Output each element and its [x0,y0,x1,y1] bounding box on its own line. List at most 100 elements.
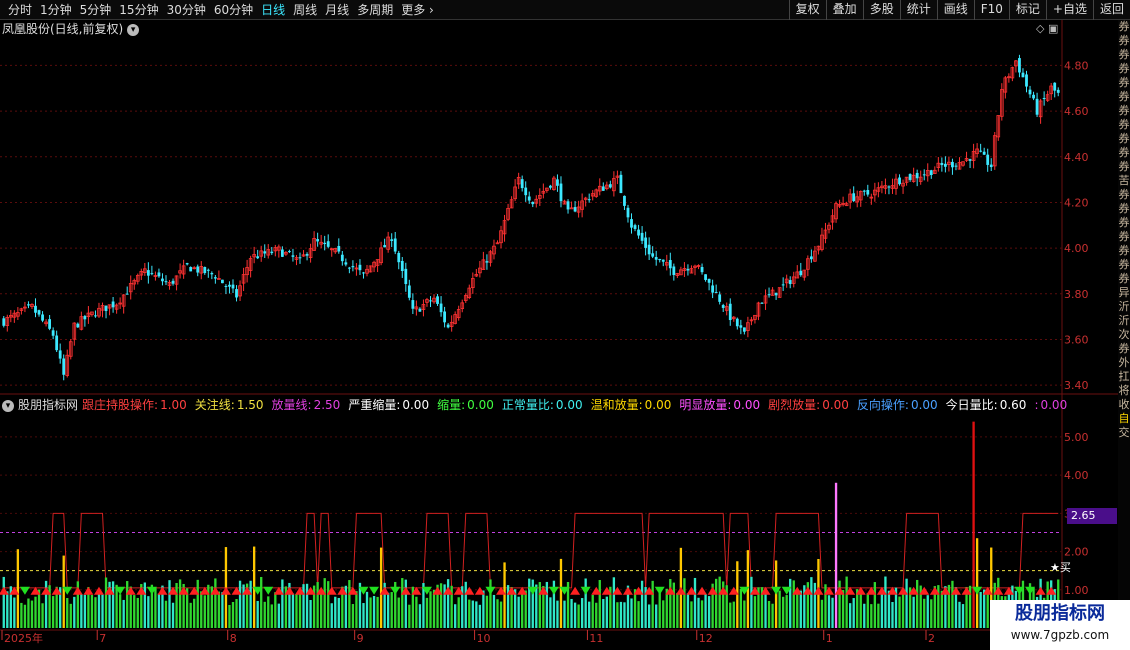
candle-body [443,311,446,323]
volume-ratio-bar [538,582,541,628]
chart-options-icons[interactable]: ◇ ▣ [1036,22,1058,36]
volume-ratio-bar [390,592,393,628]
candle-body [196,266,200,273]
candle-body [979,150,983,152]
signal-up-triangle [1035,586,1046,595]
side-char: 收 [1118,398,1130,411]
volume-ratio-bar [2,576,5,628]
candle-body [221,279,224,284]
candle-body [111,301,115,308]
indicator-value: 0.60 [999,398,1027,412]
candle-body [323,242,327,245]
price-tick-label: 3.60 [1064,333,1089,346]
signal-down-triangle [548,586,559,595]
indicator-value: 1.50 [236,398,264,412]
volume-ratio-bar [827,595,831,628]
side-char: 沂 [1118,314,1130,327]
candle-body [623,195,626,206]
candle-body [866,190,870,195]
volume-ratio-bar [916,579,919,628]
candle-body [94,315,97,317]
candle-body [213,277,217,279]
indicator-label: 明显放量: [679,398,732,412]
side-char: 券 [1118,48,1130,61]
side-char: 券 [1118,230,1130,243]
volume-ratio-bar [320,594,323,628]
candle-body [524,187,528,196]
side-char: 券 [1118,216,1130,229]
volume-ratio-bar [189,602,192,628]
volume-ratio-bar [707,596,711,628]
candle-body [397,252,401,263]
volume-ratio-bar [898,596,901,628]
candle-body [1053,82,1057,91]
side-char: 券 [1118,146,1130,159]
volume-ratio-bar [718,576,721,628]
side-char: 券 [1118,20,1130,33]
candle-body [668,260,672,269]
volume-ratio-bar [792,580,795,628]
volume-ratio-bar [983,589,986,628]
volume-ratio-bar [118,594,122,628]
volume-ratio-bar [640,580,644,628]
volume-ratio-bar [877,603,880,628]
price-tick-label: 4.60 [1064,105,1089,118]
volume-ratio-bar [499,601,503,628]
indicator-item-0: 跟庄持股操作: 1.00 [82,398,191,412]
candle-body [989,164,993,168]
candle-body [210,273,214,275]
candle-body [171,280,175,284]
chevron-down-icon[interactable]: ▾ [2,399,14,412]
volume-ratio-bar [126,581,129,628]
side-char: 扛 [1118,370,1130,383]
candle-body [898,177,901,185]
candle-body [982,151,986,155]
signal-up-triangle [83,586,94,595]
volume-ratio-bar [616,602,619,628]
volume-ratio-bar [690,601,693,628]
side-char: 券 [1118,34,1130,47]
volume-ratio-bar [584,578,587,628]
volume-ratio-bar [834,482,838,628]
volume-ratio-bar [147,596,150,628]
volume-ratio-bar [41,603,44,628]
side-char: 券 [1118,62,1130,75]
price-tick-label: 3.40 [1064,379,1089,392]
candle-body [150,273,154,275]
candle-body [161,278,164,282]
volume-ratio-bar [651,580,654,628]
volume-ratio-bar [457,597,460,628]
signal-up-triangle [697,586,708,595]
candle-body [986,154,990,165]
candle-body [125,293,129,295]
side-char: 券 [1118,188,1130,201]
volume-ratio-bar [37,589,41,628]
candle-body [672,266,676,276]
candle-body [400,260,404,272]
volume-ratio-bar [101,594,104,628]
candle-body [411,300,415,309]
volume-ratio-bar [348,580,351,628]
candle-body [83,316,87,320]
volume-ratio-bar [104,577,108,628]
volume-ratio-bar [856,589,859,628]
volume-ratio-bar [217,591,221,628]
candle-body [531,201,535,205]
signal-up-triangle [93,586,104,595]
indicator-item-2: 放量线: 2.50 [272,398,345,412]
candle-body [446,324,450,328]
chevron-down-icon[interactable]: ▾ [127,23,140,36]
candle-body [548,185,552,188]
side-char: 交 [1118,426,1130,439]
candle-body [809,256,813,260]
indicator-item-8: 剧烈放量: 0.00 [768,398,853,412]
date-tick-label: 9 [357,632,364,645]
candle-body [298,257,302,259]
volume-ratio-bar [401,578,404,628]
volume-ratio-bar [235,599,238,628]
indicator-label: 今日量比: [945,398,998,412]
price-tick-label: 4.00 [1064,242,1089,255]
volume-ratio-bar [228,604,231,628]
volume-ratio-bar [83,594,87,628]
date-tick-label: 8 [230,632,237,645]
